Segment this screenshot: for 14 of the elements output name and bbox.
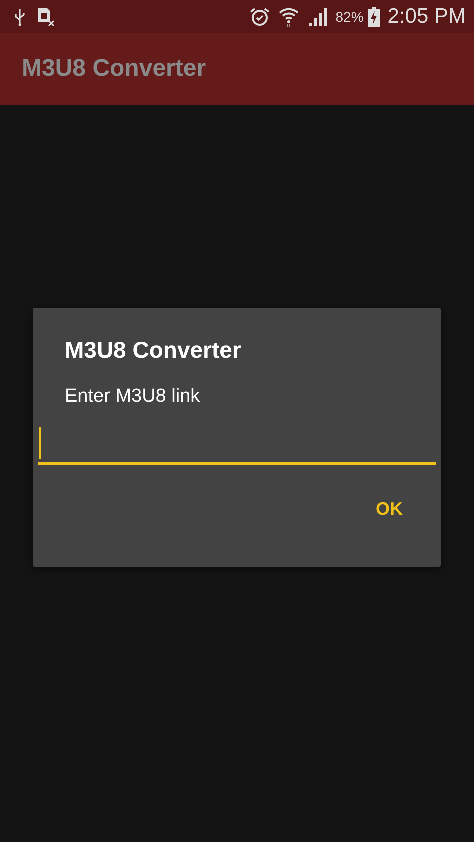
battery-percentage: 82% [336, 8, 364, 24]
battery-charging-icon [368, 6, 380, 26]
input-field[interactable] [38, 428, 436, 465]
dialog-title: M3U8 Converter [65, 337, 242, 364]
wifi-icon [278, 6, 300, 28]
app-title: M3U8 Converter [22, 55, 206, 83]
signal-icon [308, 6, 328, 26]
alarm-icon [250, 6, 270, 26]
clock-time: 2:05 PM [388, 4, 466, 28]
sim-card-icon [36, 6, 56, 26]
usb-icon [14, 8, 26, 26]
ok-button[interactable]: OK [368, 495, 411, 524]
dialog-message: Enter M3U8 link [65, 386, 202, 408]
text-cursor [39, 427, 41, 459]
